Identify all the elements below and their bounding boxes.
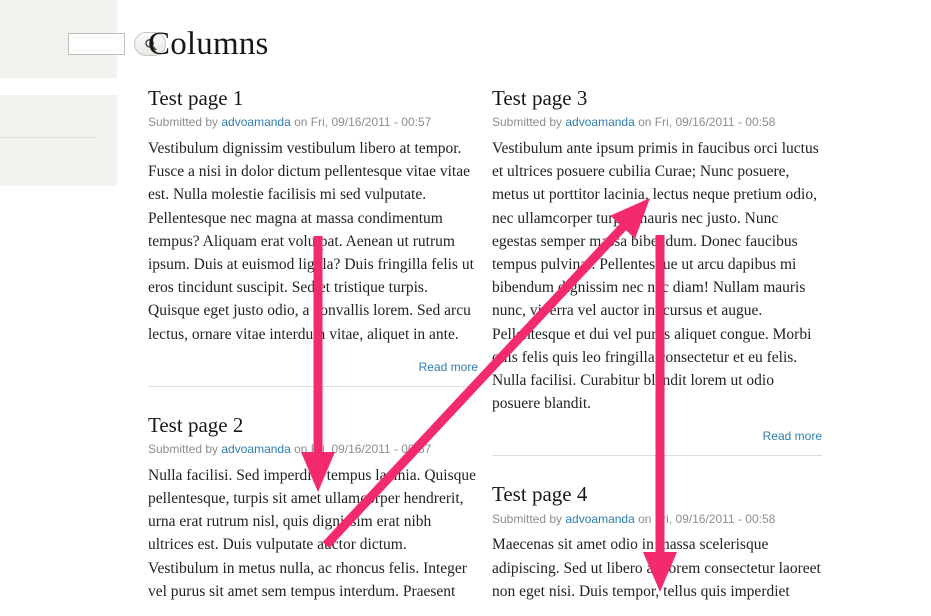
read-more-row: Read more xyxy=(148,360,478,374)
sidebar-add-comment-link[interactable]: nt xyxy=(0,148,108,164)
node-submitted-meta: Submitted by advoamanda on Fri, 09/16/20… xyxy=(492,114,822,131)
node-test-page-4: Test page 4 Submitted by advoamanda on F… xyxy=(492,482,822,603)
submitted-prefix: Submitted by xyxy=(148,441,222,456)
submitted-date: on Fri, 09/16/2011 - 00:58 xyxy=(634,115,776,130)
node-title: Test page 1 xyxy=(148,86,244,110)
read-more-link[interactable]: Read more xyxy=(419,360,478,374)
sidebar: n nt xyxy=(0,0,166,616)
node-submitted-meta: Submitted by advoamanda on Fri, 09/16/20… xyxy=(148,441,478,458)
node-body: Maecenas sit amet odio in massa sceleris… xyxy=(492,536,821,600)
content-column-right: Test page 3 Submitted by advoamanda on F… xyxy=(492,86,822,603)
author-link[interactable]: advoamanda xyxy=(565,512,634,526)
submitted-prefix: Submitted by xyxy=(492,115,566,130)
node-submitted-meta: Submitted by advoamanda on Fri, 09/16/20… xyxy=(148,114,478,131)
author-link[interactable]: advoamanda xyxy=(565,115,634,129)
node-test-page-2: Test page 2 Submitted by advoamanda on F… xyxy=(148,413,478,603)
node-separator xyxy=(148,385,478,387)
submitted-prefix: Submitted by xyxy=(492,511,566,526)
node-title: Test page 3 xyxy=(492,86,588,110)
node-title: Test page 2 xyxy=(148,412,244,437)
submitted-prefix: Submitted by xyxy=(148,115,222,130)
node-body: Vestibulum ante ipsum primis in faucibus… xyxy=(492,139,819,413)
node-test-page-3: Test page 3 Submitted by advoamanda on F… xyxy=(492,86,822,457)
node-title: Test page 4 xyxy=(492,482,588,507)
page-title: Columns xyxy=(148,26,269,62)
node-body: Nulla facilisi. Sed imperdiet tempus lac… xyxy=(148,466,477,600)
author-link[interactable]: advoamanda xyxy=(221,115,290,129)
content-column-left: Test page 1 Submitted by advoamanda on F… xyxy=(148,86,478,603)
node-body: Vestibulum dignissim vestibulum libero a… xyxy=(148,139,474,343)
read-more-row: Read more xyxy=(492,429,822,443)
node-submitted-meta: Submitted by advoamanda on Fri, 09/16/20… xyxy=(492,511,822,528)
read-more-link[interactable]: Read more xyxy=(763,429,822,443)
node-test-page-1: Test page 1 Submitted by advoamanda on F… xyxy=(148,86,478,387)
main-content: Columns Test page 1 Submitted by advoama… xyxy=(148,0,931,616)
search-input[interactable] xyxy=(68,33,125,55)
submitted-date: on Fri, 09/16/2011 - 00:57 xyxy=(290,115,432,130)
sidebar-divider xyxy=(0,137,97,138)
node-separator xyxy=(492,455,822,457)
sidebar-heading: n xyxy=(0,108,110,124)
author-link[interactable]: advoamanda xyxy=(221,442,290,456)
submitted-date: on Fri, 09/16/2011 - 00:58 xyxy=(634,511,776,526)
submitted-date: on Fri, 09/16/2011 - 00:57 xyxy=(290,441,432,456)
